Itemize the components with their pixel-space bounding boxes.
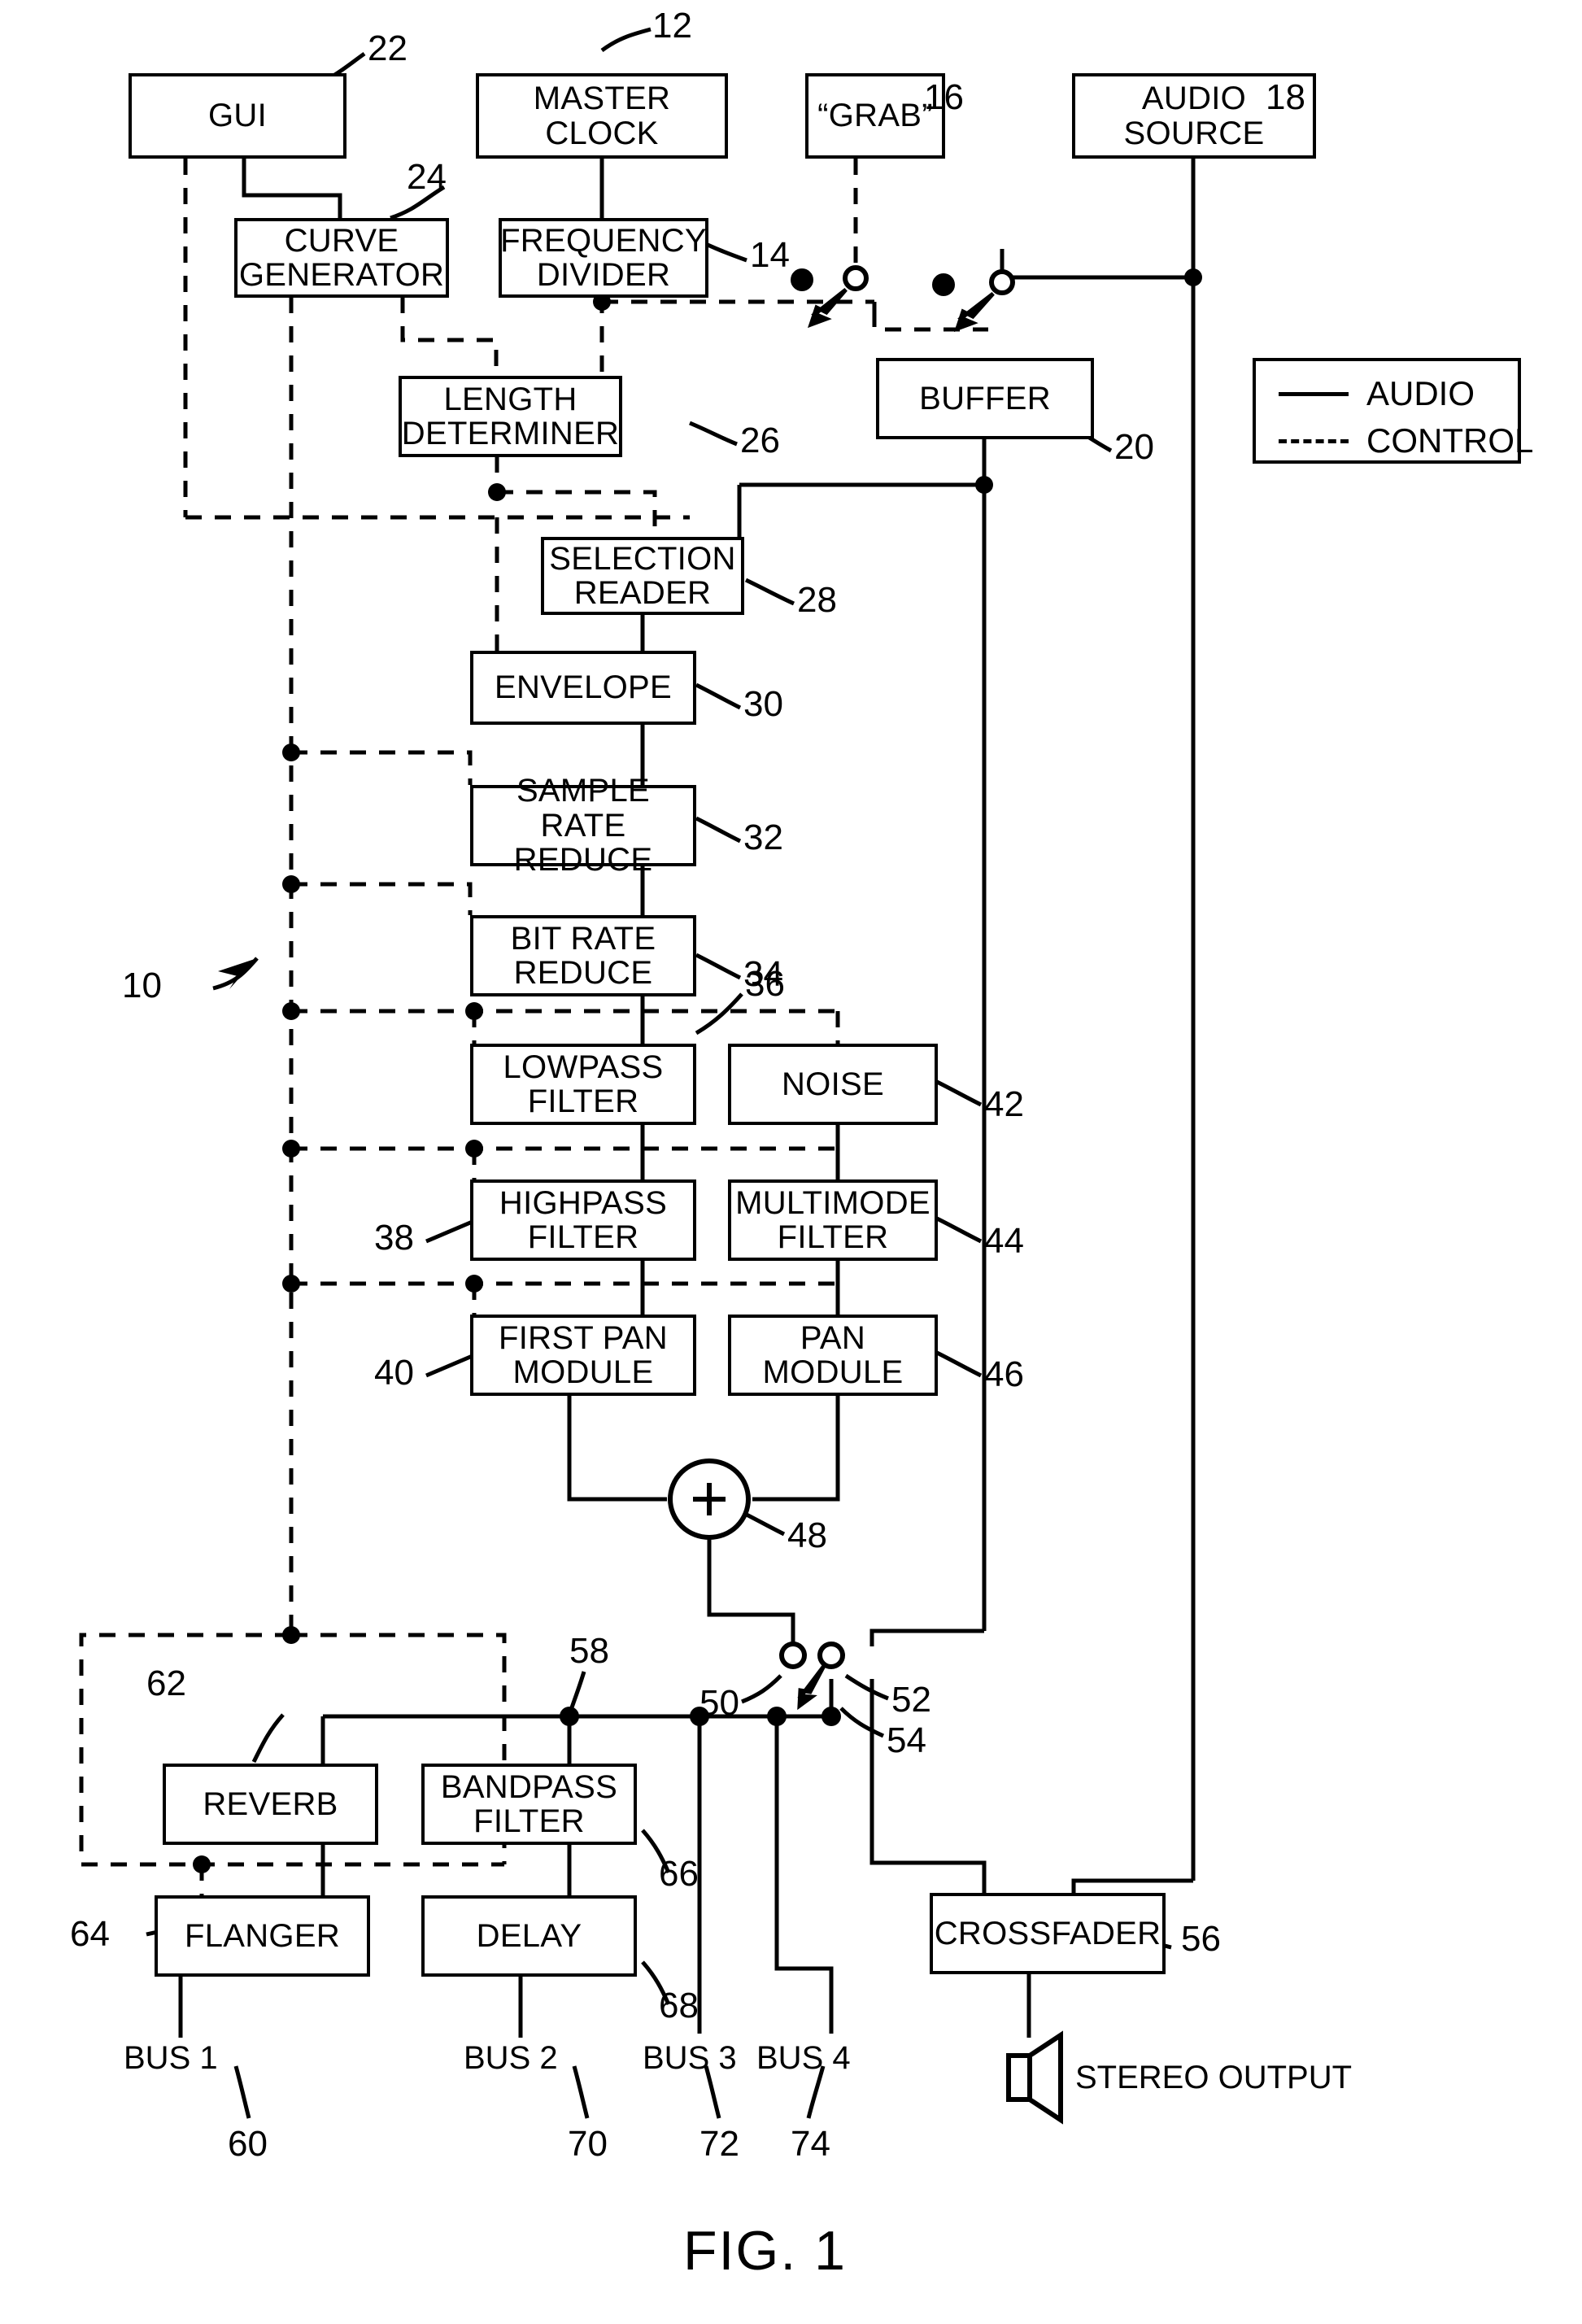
block-gui[interactable]: GUI — [129, 73, 346, 159]
ref-20: 20 — [1114, 427, 1154, 467]
ref-24: 24 — [407, 157, 447, 197]
legend-row-control: CONTROL — [1279, 421, 1533, 460]
bus-1-label: BUS 1 — [124, 2040, 218, 2076]
ref-48: 48 — [787, 1515, 827, 1555]
ref-60: 60 — [228, 2124, 268, 2164]
block-multimode-filter-label: MULTIMODE FILTER — [735, 1184, 930, 1255]
block-length-determiner-label: LENGTH DETERMINER — [401, 381, 620, 451]
ref-36: 36 — [745, 964, 785, 1004]
ref-68: 68 — [659, 1986, 699, 2025]
block-noise-label: NOISE — [782, 1066, 884, 1102]
ref-14: 14 — [750, 235, 790, 275]
ref-12: 12 — [652, 6, 692, 46]
block-selection-reader-label: SELECTION READER — [549, 540, 736, 611]
block-delay-label: DELAY — [476, 1917, 582, 1954]
legend-audio-label: AUDIO — [1366, 374, 1475, 412]
figure-caption: FIG. 1 — [683, 2220, 847, 2282]
ref-74: 74 — [791, 2124, 830, 2164]
ref-70: 70 — [568, 2124, 608, 2164]
block-length-determiner[interactable]: LENGTH DETERMINER — [399, 376, 622, 457]
block-bit-rate-reduce-label: BIT RATE REDUCE — [510, 920, 656, 991]
ref-40: 40 — [374, 1353, 414, 1393]
ref-32: 32 — [743, 818, 783, 857]
block-flanger-label: FLANGER — [184, 1917, 341, 1954]
block-sample-rate-reduce-label: SAMPLE RATE REDUCE — [513, 773, 653, 879]
bus-2-label: BUS 2 — [464, 2040, 558, 2076]
block-sample-rate-reduce[interactable]: SAMPLE RATE REDUCE — [470, 774, 696, 877]
block-noise[interactable]: NOISE — [728, 1044, 938, 1125]
block-delay[interactable]: DELAY — [421, 1895, 637, 1977]
ref-28: 28 — [797, 580, 837, 620]
ref-26: 26 — [740, 421, 780, 460]
block-flanger[interactable]: FLANGER — [155, 1895, 370, 1977]
ref-66: 66 — [659, 1854, 699, 1894]
ref-16: 16 — [924, 77, 964, 117]
legend-control-label: CONTROL — [1366, 421, 1534, 460]
block-selection-reader[interactable]: SELECTION READER — [541, 537, 744, 615]
ref-38: 38 — [374, 1218, 414, 1258]
block-bit-rate-reduce[interactable]: BIT RATE REDUCE — [470, 915, 696, 996]
block-lowpass-filter[interactable]: LOWPASS FILTER — [470, 1044, 696, 1125]
ref-18: 18 — [1266, 77, 1305, 117]
block-first-pan-module-label: FIRST PAN MODULE — [499, 1319, 668, 1390]
ref-30: 30 — [743, 684, 783, 724]
block-reverb[interactable]: REVERB — [163, 1764, 378, 1845]
dashed-line-icon — [1279, 438, 1349, 443]
block-curve-generator-label: CURVE GENERATOR — [238, 222, 445, 293]
patent-figure: GUI MASTER CLOCK “GRAB” AUDIO SOURCE CUR… — [0, 0, 1582, 2324]
ref-22: 22 — [368, 28, 407, 68]
ref-52: 52 — [891, 1680, 931, 1720]
block-buffer-label: BUFFER — [919, 380, 1051, 416]
ref-42: 42 — [984, 1084, 1024, 1124]
block-gui-label: GUI — [207, 98, 267, 134]
block-frequency-divider[interactable]: FREQUENCY DIVIDER — [499, 218, 708, 298]
block-lowpass-filter-label: LOWPASS FILTER — [503, 1049, 664, 1119]
bus-4-label: BUS 4 — [756, 2040, 851, 2076]
ref-50: 50 — [699, 1683, 739, 1723]
block-envelope[interactable]: ENVELOPE — [470, 651, 696, 725]
ref-58: 58 — [569, 1631, 609, 1671]
ref-56: 56 — [1181, 1919, 1221, 1959]
block-bandpass-filter[interactable]: BANDPASS FILTER — [421, 1764, 637, 1845]
block-pan-module-label: PAN MODULE — [762, 1319, 904, 1390]
ref-10: 10 — [122, 966, 162, 1005]
block-master-clock-label: MASTER CLOCK — [533, 81, 671, 151]
block-curve-generator[interactable]: CURVE GENERATOR — [234, 218, 449, 298]
block-reverb-label: REVERB — [203, 1786, 338, 1822]
block-envelope-label: ENVELOPE — [494, 669, 673, 706]
block-highpass-filter[interactable]: HIGHPASS FILTER — [470, 1179, 696, 1261]
block-highpass-filter-label: HIGHPASS FILTER — [499, 1184, 668, 1255]
block-grab-label: “GRAB” — [817, 98, 933, 134]
stereo-output-label: STEREO OUTPUT — [1075, 2060, 1353, 2095]
block-pan-module[interactable]: PAN MODULE — [728, 1315, 938, 1396]
block-multimode-filter[interactable]: MULTIMODE FILTER — [728, 1179, 938, 1261]
bus-3-label: BUS 3 — [643, 2040, 737, 2076]
block-bandpass-filter-label: BANDPASS FILTER — [440, 1768, 618, 1839]
block-master-clock[interactable]: MASTER CLOCK — [476, 73, 728, 159]
block-first-pan-module[interactable]: FIRST PAN MODULE — [470, 1315, 696, 1396]
block-crossfader-label: CROSSFADER — [934, 1915, 1161, 1951]
ref-54: 54 — [887, 1720, 926, 1760]
ref-44: 44 — [984, 1221, 1024, 1261]
ref-46: 46 — [984, 1354, 1024, 1394]
block-frequency-divider-label: FREQUENCY DIVIDER — [500, 222, 707, 293]
ref-64: 64 — [70, 1914, 110, 1954]
ref-72: 72 — [699, 2124, 739, 2164]
legend-row-audio: AUDIO — [1279, 374, 1475, 413]
block-crossfader[interactable]: CROSSFADER — [930, 1893, 1166, 1974]
block-buffer[interactable]: BUFFER — [876, 358, 1094, 439]
ref-62: 62 — [146, 1663, 186, 1703]
solid-line-icon — [1279, 391, 1349, 396]
